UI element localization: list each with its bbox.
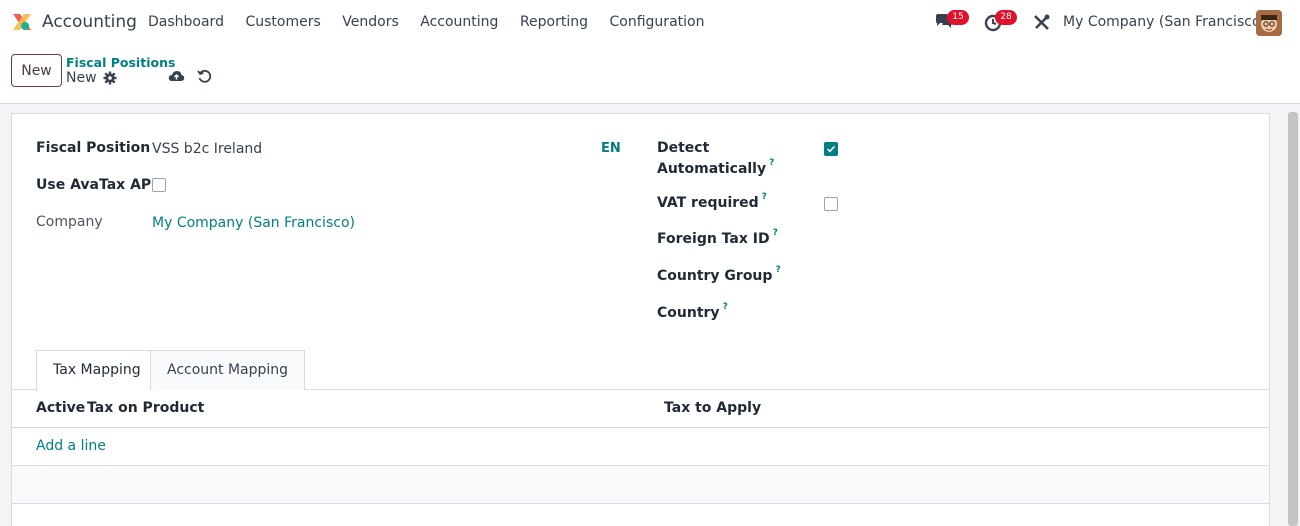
breadcrumb-current-record: New bbox=[66, 70, 97, 86]
detect-automatically-label-line2: Automatically bbox=[657, 161, 767, 177]
vat-required-checkbox[interactable] bbox=[824, 197, 838, 211]
menu-customers[interactable]: Customers bbox=[245, 14, 320, 30]
debug-tools-icon[interactable] bbox=[1032, 12, 1052, 32]
menu-dashboard[interactable]: Dashboard bbox=[148, 14, 224, 30]
company-switcher[interactable]: My Company (San Francisco) bbox=[1063, 14, 1266, 30]
table-row bbox=[12, 466, 1269, 504]
detect-automatically-checkbox[interactable] bbox=[824, 142, 838, 156]
form-sheet: Fiscal Position VSS b2c Ireland EN Use A… bbox=[11, 113, 1270, 526]
menu-reporting[interactable]: Reporting bbox=[520, 14, 588, 30]
company-label: Company bbox=[36, 214, 103, 230]
fiscal-position-field[interactable]: VSS b2c Ireland bbox=[152, 141, 262, 157]
tab-tax-mapping[interactable]: Tax Mapping bbox=[36, 350, 158, 391]
country-label-text: Country bbox=[657, 305, 720, 321]
top-navbar: Accounting Dashboard Customers Vendors A… bbox=[0, 0, 1300, 46]
notebook-tabs: Tax Mapping Account Mapping bbox=[12, 350, 1269, 391]
detect-automatically-label-line1: Detect bbox=[657, 140, 710, 156]
accounting-app-icon[interactable] bbox=[11, 11, 33, 33]
new-button[interactable]: New bbox=[11, 54, 62, 87]
app-name[interactable]: Accounting bbox=[42, 12, 137, 32]
gear-icon[interactable] bbox=[103, 71, 117, 85]
fiscal-position-label: Fiscal Position bbox=[36, 140, 151, 156]
tab-account-mapping[interactable]: Account Mapping bbox=[150, 350, 306, 390]
checkmark-icon bbox=[827, 145, 835, 153]
user-avatar[interactable] bbox=[1256, 10, 1282, 36]
vat-required-label: VAT required? bbox=[657, 192, 767, 211]
help-icon[interactable]: ? bbox=[723, 302, 728, 312]
column-active[interactable]: Active bbox=[36, 400, 85, 416]
menu-accounting[interactable]: Accounting bbox=[420, 14, 498, 30]
use-avatax-checkbox[interactable] bbox=[152, 178, 166, 192]
add-line-link[interactable]: Add a line bbox=[36, 438, 106, 454]
discard-icon[interactable] bbox=[197, 69, 212, 84]
menu-configuration[interactable]: Configuration bbox=[610, 14, 705, 30]
help-icon[interactable]: ? bbox=[762, 192, 767, 202]
activities-badge: 28 bbox=[995, 10, 1017, 25]
menu-vendors[interactable]: Vendors bbox=[342, 14, 398, 30]
add-line-row: Add a line bbox=[12, 428, 1269, 466]
country-group-label-text: Country Group bbox=[657, 268, 773, 284]
country-group-label: Country Group? bbox=[657, 265, 781, 284]
messages-badge: 15 bbox=[947, 10, 969, 25]
help-icon[interactable]: ? bbox=[769, 158, 774, 168]
country-label: Country? bbox=[657, 302, 728, 321]
detect-automatically-label: Automatically? bbox=[657, 158, 774, 177]
language-selector[interactable]: EN bbox=[601, 141, 621, 156]
help-icon[interactable]: ? bbox=[773, 228, 778, 238]
column-tax-to-apply[interactable]: Tax to Apply bbox=[664, 400, 761, 416]
foreign-tax-id-label-text: Foreign Tax ID bbox=[657, 231, 770, 247]
foreign-tax-id-label: Foreign Tax ID? bbox=[657, 228, 778, 247]
vat-required-label-text: VAT required bbox=[657, 195, 759, 211]
main-menu: Dashboard Customers Vendors Accounting R… bbox=[148, 14, 726, 30]
breadcrumb-fiscal-positions[interactable]: Fiscal Positions bbox=[66, 55, 175, 70]
company-field[interactable]: My Company (San Francisco) bbox=[152, 215, 355, 231]
tax-mapping-table-header: Active Tax on Product Tax to Apply bbox=[12, 390, 1269, 428]
help-icon[interactable]: ? bbox=[775, 265, 780, 275]
column-tax-on-product[interactable]: Tax on Product bbox=[87, 400, 204, 416]
page-scrollbar[interactable] bbox=[1288, 112, 1298, 526]
control-panel: New Fiscal Positions New bbox=[0, 46, 1300, 104]
cloud-save-icon[interactable] bbox=[168, 69, 185, 83]
use-avatax-label: Use AvaTax API bbox=[36, 177, 157, 193]
